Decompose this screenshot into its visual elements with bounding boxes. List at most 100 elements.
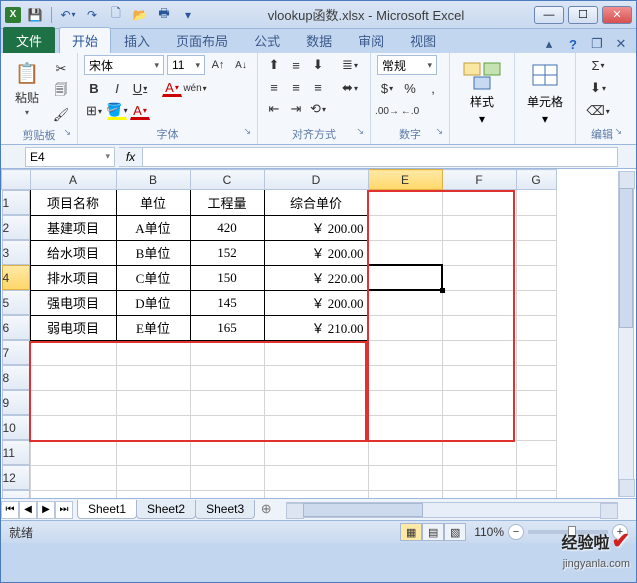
cell-D6[interactable]: ￥ 210.00: [264, 315, 368, 340]
name-box[interactable]: E4: [25, 147, 115, 167]
border-icon[interactable]: ⊞: [84, 101, 104, 121]
cell-E2[interactable]: [368, 215, 442, 240]
cell-A3[interactable]: 给水项目: [30, 240, 116, 265]
cell-C12[interactable]: [190, 465, 264, 490]
percent-icon[interactable]: %: [400, 78, 420, 98]
cell-D13[interactable]: [264, 490, 368, 499]
cell-F13[interactable]: [442, 490, 516, 499]
tab-file[interactable]: 文件: [3, 27, 55, 53]
open-icon[interactable]: 📂: [130, 5, 150, 25]
cell-D8[interactable]: [264, 365, 368, 390]
cell-E3[interactable]: [368, 240, 442, 265]
align-right-icon[interactable]: ≡: [308, 77, 328, 97]
cell-C1[interactable]: 工程量: [190, 190, 264, 216]
cell-F10[interactable]: [442, 415, 516, 440]
cell-B6[interactable]: E单位: [116, 315, 190, 340]
font-color-icon[interactable]: A: [162, 79, 182, 97]
align-bottom-icon[interactable]: ⬇: [308, 55, 328, 75]
tab-formulas[interactable]: 公式: [241, 27, 293, 53]
close-button[interactable]: ✕: [602, 6, 632, 24]
cell-G9[interactable]: [516, 390, 556, 415]
cell-C3[interactable]: 152: [190, 240, 264, 265]
orientation-icon[interactable]: ⟲: [308, 99, 328, 119]
wrap-text-icon[interactable]: ≣: [336, 55, 364, 75]
cell-B9[interactable]: [116, 390, 190, 415]
cell-D9[interactable]: [264, 390, 368, 415]
sheet-nav-first-icon[interactable]: ⏮: [1, 501, 19, 519]
cell-C4[interactable]: 150: [190, 265, 264, 290]
cell-D4[interactable]: ￥ 220.00: [264, 265, 368, 290]
align-middle-icon[interactable]: ≡: [286, 55, 306, 75]
underline-button[interactable]: U: [130, 78, 150, 98]
cell-B13[interactable]: [116, 490, 190, 499]
help-icon[interactable]: ?: [564, 35, 582, 53]
row-header-5[interactable]: 5: [2, 290, 30, 315]
view-normal-icon[interactable]: ▦: [400, 523, 422, 541]
fill-icon[interactable]: ⬇: [582, 78, 614, 98]
cell-E6[interactable]: [368, 315, 442, 340]
cell-B3[interactable]: B单位: [116, 240, 190, 265]
tab-insert[interactable]: 插入: [111, 27, 163, 53]
cell-C7[interactable]: [190, 340, 264, 365]
sheet-tab-1[interactable]: Sheet1: [77, 500, 137, 519]
increase-font-icon[interactable]: A↑: [208, 55, 228, 75]
cell-G1[interactable]: [516, 190, 556, 216]
currency-icon[interactable]: $: [377, 78, 397, 98]
row-header-8[interactable]: 8: [2, 365, 30, 390]
increase-indent-icon[interactable]: ⇥: [286, 99, 306, 119]
cell-G6[interactable]: [516, 315, 556, 340]
cell-A8[interactable]: [30, 365, 116, 390]
select-all-button[interactable]: [2, 170, 31, 190]
new-sheet-icon[interactable]: ⊕: [254, 500, 278, 518]
cell-F8[interactable]: [442, 365, 516, 390]
zoom-in-button[interactable]: +: [612, 524, 628, 540]
row-header-1[interactable]: 1: [2, 190, 30, 215]
row-header-6[interactable]: 6: [2, 315, 30, 340]
view-page-layout-icon[interactable]: ▤: [422, 523, 444, 541]
cell-D12[interactable]: [264, 465, 368, 490]
close-workbook-icon[interactable]: ✕: [612, 35, 630, 53]
cell-E1[interactable]: [368, 190, 442, 216]
col-header-D[interactable]: D: [264, 170, 368, 190]
hscroll-thumb[interactable]: [303, 503, 423, 517]
cell-C9[interactable]: [190, 390, 264, 415]
cut-icon[interactable]: ✂: [51, 59, 71, 79]
cell-A10[interactable]: [30, 415, 116, 440]
cells-button[interactable]: 单元格 ▾: [521, 55, 569, 130]
cell-A11[interactable]: [30, 440, 116, 465]
paste-button[interactable]: 📋 粘贴 ▾: [7, 55, 47, 121]
cell-D11[interactable]: [264, 440, 368, 465]
zoom-thumb[interactable]: [568, 526, 576, 538]
tab-home[interactable]: 开始: [59, 27, 111, 53]
cell-F6[interactable]: [442, 315, 516, 340]
qat-customize-icon[interactable]: ▾: [178, 5, 198, 25]
tab-data[interactable]: 数据: [293, 27, 345, 53]
cell-A12[interactable]: [30, 465, 116, 490]
cell-E10[interactable]: [368, 415, 442, 440]
cell-B10[interactable]: [116, 415, 190, 440]
cell-A13[interactable]: [30, 490, 116, 499]
bold-button[interactable]: B: [84, 78, 104, 98]
sheet-tab-2[interactable]: Sheet2: [136, 500, 196, 519]
decrease-font-icon[interactable]: A↓: [231, 55, 251, 75]
row-header-11[interactable]: 11: [2, 440, 30, 465]
cell-D10[interactable]: [264, 415, 368, 440]
sheet-nav-last-icon[interactable]: ⏭: [55, 501, 73, 519]
cell-A1[interactable]: 项目名称: [30, 190, 116, 216]
fx-button[interactable]: fx: [119, 147, 143, 167]
cell-A4[interactable]: 排水项目: [30, 265, 116, 290]
cell-G11[interactable]: [516, 440, 556, 465]
merge-icon[interactable]: ⬌: [336, 78, 364, 98]
sheet-nav-prev-icon[interactable]: ◀: [19, 501, 37, 519]
cell-G10[interactable]: [516, 415, 556, 440]
cell-E4[interactable]: [368, 265, 442, 290]
cell-C10[interactable]: [190, 415, 264, 440]
horizontal-scrollbar[interactable]: [286, 502, 618, 518]
restore-window-icon[interactable]: ❐: [588, 35, 606, 53]
cell-D2[interactable]: ￥ 200.00: [264, 215, 368, 240]
zoom-level[interactable]: 110%: [474, 525, 504, 539]
cell-F5[interactable]: [442, 290, 516, 315]
cell-A9[interactable]: [30, 390, 116, 415]
vscroll-thumb[interactable]: [619, 188, 633, 328]
cell-B2[interactable]: A单位: [116, 215, 190, 240]
